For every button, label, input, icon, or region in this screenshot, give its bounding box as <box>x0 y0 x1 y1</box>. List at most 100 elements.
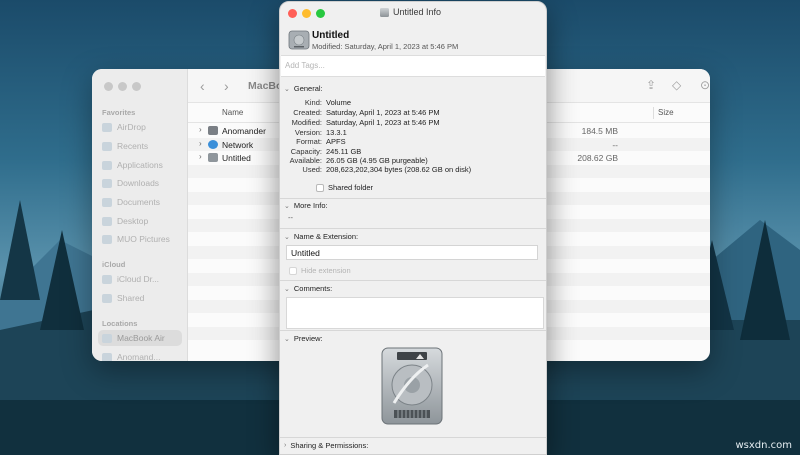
hard-drive-icon <box>288 30 310 50</box>
checkbox-label: Hide extension <box>301 266 351 275</box>
chevron-down-icon: ⌄ <box>284 335 290 343</box>
hard-drive-icon <box>381 347 443 425</box>
drive-icon <box>380 7 389 17</box>
sidebar-item-label: MUO Pictures <box>117 234 170 244</box>
sidebar-item-airdrop[interactable]: AirDrop <box>102 119 184 135</box>
sidebar-item-label: Documents <box>117 197 160 207</box>
sidebar-item-documents[interactable]: Documents <box>102 194 184 210</box>
section-preview[interactable]: ⌄ Preview: <box>284 334 323 343</box>
sidebar-section-locations: Locations <box>102 319 138 328</box>
more-actions-icon[interactable]: ⊙⌄ <box>700 78 710 92</box>
section-name-extension[interactable]: ⌄ Name & Extension: <box>284 232 358 241</box>
info-value: 245.11 GB <box>326 147 362 156</box>
sidebar-item-label: Downloads <box>117 178 160 188</box>
disclosure-triangle-icon[interactable]: › <box>199 125 202 134</box>
watermark: wsxdn.com <box>735 440 792 451</box>
info-value: Saturday, April 1, 2023 at 5:46 PM <box>326 118 440 127</box>
info-value: 208,623,202,304 bytes (208.62 GB on disk… <box>326 165 472 174</box>
info-key: Available: <box>289 156 322 165</box>
sidebar-item-macbook-air[interactable]: MacBook Air <box>98 330 182 346</box>
zoom-button[interactable] <box>132 82 141 91</box>
sidebar-item-label: Applications <box>117 160 163 170</box>
checkbox[interactable] <box>316 183 324 192</box>
row-size: 208.62 GB <box>577 153 618 163</box>
comments-textarea[interactable] <box>286 297 544 329</box>
tag-icon[interactable]: ◇ <box>672 78 681 92</box>
hide-extension-checkbox[interactable]: Hide extension <box>289 266 351 275</box>
section-label: Name & Extension: <box>293 232 359 241</box>
section-label: More Info: <box>293 201 328 210</box>
info-key: Version: <box>294 128 322 137</box>
section-divider <box>280 198 546 199</box>
preview-image <box>380 347 444 427</box>
disclosure-triangle-icon[interactable]: › <box>199 152 202 161</box>
back-chevron-icon[interactable]: ‹ <box>200 78 205 94</box>
sidebar-item-shared[interactable]: Shared <box>102 290 184 306</box>
chevron-down-icon: ⌄ <box>284 202 290 210</box>
section-sharing-permissions[interactable]: › Sharing & Permissions: <box>284 441 368 450</box>
row-size: -- <box>612 139 618 150</box>
download-icon <box>102 178 112 188</box>
chevron-down-icon: ⌄ <box>284 285 290 293</box>
section-label: Comments: <box>293 284 333 293</box>
checkbox-label: Shared folder <box>328 183 374 192</box>
desktop-icon <box>102 216 112 226</box>
sidebar-item-label: MacBook Air <box>117 333 165 343</box>
sidebar-item-recents[interactable]: Recents <box>102 138 184 154</box>
column-header-size[interactable]: Size <box>658 108 674 117</box>
item-name: Untitled <box>312 30 350 41</box>
row-name: Network <box>222 139 254 150</box>
laptop-icon <box>102 333 112 343</box>
shared-folder-checkbox[interactable]: Shared folder <box>316 183 373 192</box>
section-divider <box>280 228 546 229</box>
minimize-button[interactable] <box>118 82 127 91</box>
zoom-button[interactable] <box>316 9 325 18</box>
close-button[interactable] <box>104 82 113 91</box>
sidebar-item-label: Desktop <box>117 216 149 226</box>
tags-input[interactable]: Add Tags... <box>281 55 545 77</box>
sidebar-item-applications[interactable]: Applications <box>102 157 184 173</box>
finder-sidebar: Favorites AirDrop Recents Applications D… <box>92 69 188 361</box>
info-titlebar: Untitled Info <box>280 2 546 23</box>
info-key: Modified: <box>291 118 322 127</box>
info-value: Volume <box>326 98 352 107</box>
shared-folder-icon <box>102 293 112 303</box>
section-more-info[interactable]: ⌄ More Info: <box>284 201 328 210</box>
info-value: 13.3.1 <box>326 128 347 137</box>
minimize-button[interactable] <box>302 9 311 18</box>
sidebar-item-anomander[interactable]: Anomand... <box>102 349 184 361</box>
forward-chevron-icon[interactable]: › <box>224 78 229 94</box>
item-modified: Modified: Saturday, April 1, 2023 at 5:4… <box>312 42 459 51</box>
column-header-name[interactable]: Name <box>222 108 243 117</box>
sidebar-item-muo-pictures[interactable]: MUO Pictures <box>102 231 184 247</box>
sidebar-item-desktop[interactable]: Desktop <box>102 213 184 229</box>
section-general[interactable]: ⌄ General: <box>284 84 323 93</box>
section-divider <box>280 280 546 281</box>
window-title-label: Untitled Info <box>393 7 442 17</box>
section-divider <box>280 437 546 438</box>
info-window: Untitled Info Untitled Modified: Saturda… <box>279 1 547 455</box>
sidebar-section-icloud: iCloud <box>102 260 126 269</box>
drive-icon <box>208 126 218 135</box>
applications-icon <box>102 160 112 170</box>
disclosure-triangle-icon[interactable]: › <box>199 139 202 148</box>
row-name: Untitled <box>222 153 251 163</box>
info-value: 26.05 GB (4.95 GB purgeable) <box>326 156 428 165</box>
info-key: Format: <box>296 137 322 146</box>
sidebar-item-icloud-drive[interactable]: iCloud Dr... <box>102 271 184 287</box>
share-icon[interactable]: ⇪ <box>646 78 656 92</box>
sidebar-item-label: Recents <box>117 141 149 151</box>
section-comments[interactable]: ⌄ Comments: <box>284 284 332 293</box>
info-key: Used: <box>302 165 322 174</box>
drive-icon <box>208 153 218 162</box>
sidebar-item-label: Shared <box>117 293 145 303</box>
section-label: General: <box>293 84 323 93</box>
close-button[interactable] <box>288 9 297 18</box>
checkbox[interactable] <box>289 266 297 275</box>
name-field[interactable]: Untitled <box>286 245 538 260</box>
sidebar-item-downloads[interactable]: Downloads <box>102 175 184 191</box>
section-label: Sharing & Permissions: <box>290 441 369 450</box>
more-info-value: -- <box>288 213 293 222</box>
info-window-controls <box>288 9 325 18</box>
finder-window-title: MacBo <box>248 80 283 92</box>
